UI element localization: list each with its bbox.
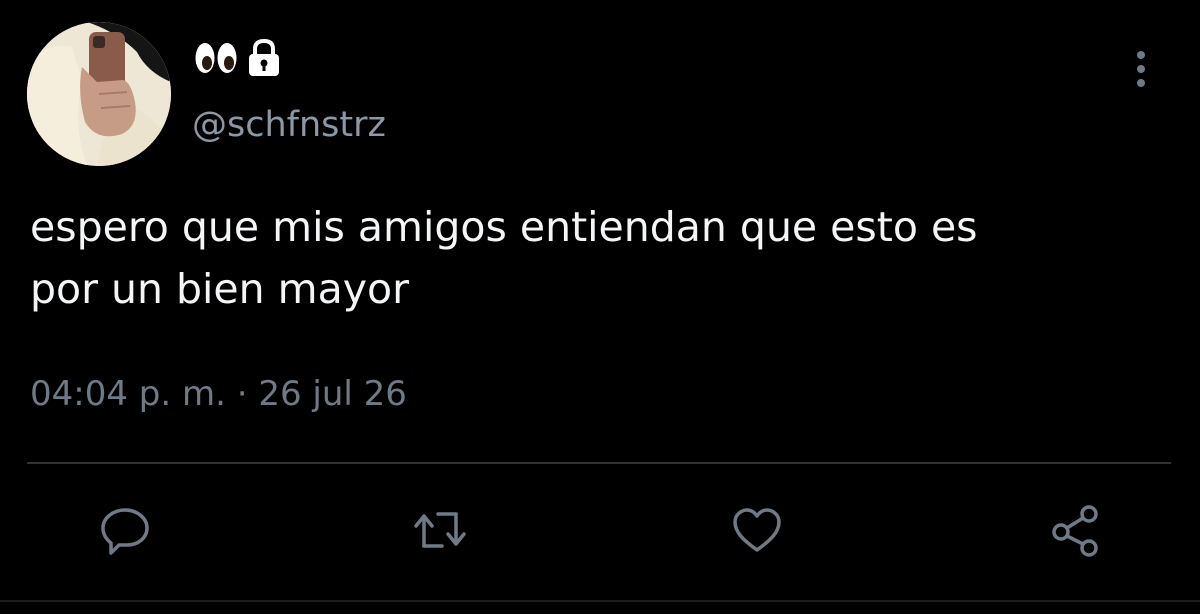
more-vertical-icon: [1137, 51, 1145, 87]
more-options-button[interactable]: [1126, 46, 1156, 92]
heart-icon: [733, 508, 781, 552]
avatar[interactable]: [27, 22, 171, 166]
share-button[interactable]: [1045, 500, 1105, 560]
tweet-timestamp[interactable]: 04:04 p. m. · 26 jul 26: [30, 372, 407, 416]
display-name[interactable]: [194, 36, 282, 80]
tweet-text: espero que mis amigos entiendan que esto…: [30, 203, 978, 313]
share-icon: [1052, 505, 1098, 557]
like-button[interactable]: [727, 500, 787, 560]
retweet-icon: [414, 512, 466, 548]
tweet-card: @schfnstrz espero que mis amigos entiend…: [0, 0, 1200, 614]
reply-button[interactable]: [95, 500, 155, 560]
reply-icon: [101, 508, 149, 555]
avatar-image: [27, 22, 171, 166]
bottom-divider: [0, 600, 1200, 602]
retweet-button[interactable]: [410, 500, 470, 560]
eyes-icon: [194, 39, 240, 77]
user-handle[interactable]: @schfnstrz: [192, 103, 386, 147]
lock-icon: [246, 38, 282, 78]
divider: [27, 462, 1171, 464]
